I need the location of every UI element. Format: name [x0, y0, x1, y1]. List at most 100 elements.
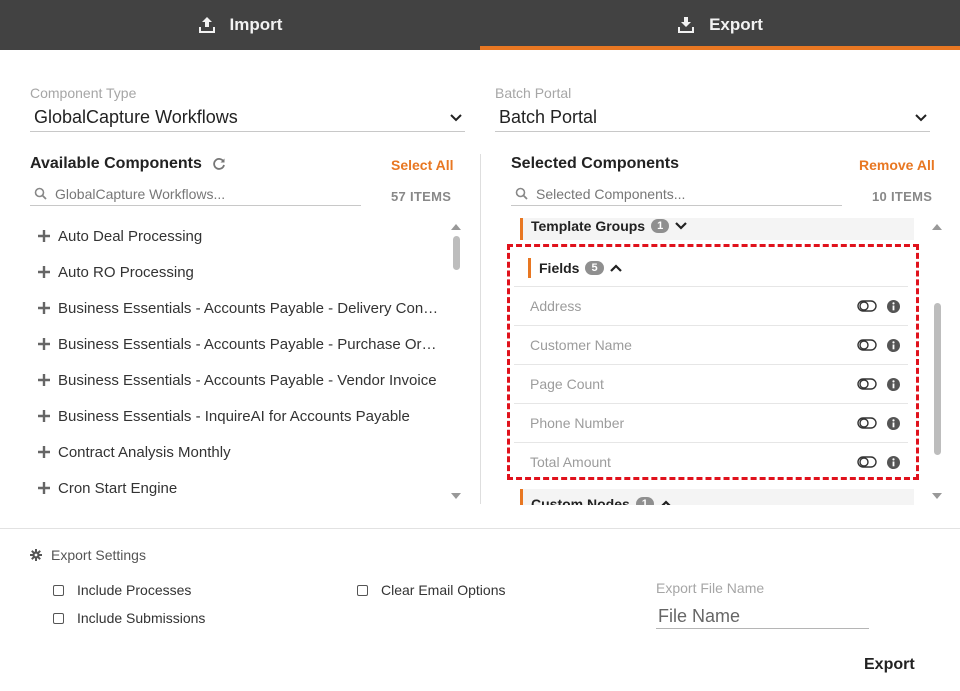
toggle-icon[interactable]	[857, 456, 877, 468]
plus-icon[interactable]	[38, 338, 50, 350]
checkbox-label: Include Processes	[77, 582, 192, 598]
scroll-up-icon[interactable]	[932, 222, 942, 230]
list-item[interactable]: Auto Deal Processing	[30, 218, 440, 254]
component-type-label: Component Type	[30, 85, 137, 101]
scroll-down-icon[interactable]	[451, 493, 461, 501]
chevron-down-icon	[450, 114, 462, 122]
toggle-icon[interactable]	[857, 378, 877, 390]
file-name-input[interactable]	[656, 605, 869, 629]
info-icon[interactable]	[887, 455, 900, 469]
scroll-thumb[interactable]	[934, 303, 941, 455]
fields-group: Fields 5 Address Customer Name Page Coun…	[512, 250, 914, 481]
plus-icon[interactable]	[38, 230, 50, 242]
selected-search[interactable]	[511, 182, 842, 206]
top-tab-bar: Import Export	[0, 0, 960, 50]
table-row: Address	[514, 286, 908, 325]
panel-divider	[480, 154, 481, 504]
plus-icon[interactable]	[38, 446, 50, 458]
available-components-list: Auto Deal Processing Auto RO Processing …	[30, 218, 440, 508]
checkbox-box[interactable]	[53, 584, 64, 596]
gear-icon	[30, 549, 42, 561]
list-item-label: Contract Analysis Monthly	[58, 443, 231, 461]
toggle-icon[interactable]	[857, 417, 877, 429]
plus-icon[interactable]	[38, 374, 50, 386]
refresh-icon[interactable]	[212, 157, 226, 171]
batch-portal-select[interactable]: Batch Portal	[495, 104, 930, 132]
available-title-text: Available Components	[30, 155, 202, 172]
batch-portal-label: Batch Portal	[495, 85, 572, 101]
tab-import-label: Import	[229, 15, 283, 34]
field-name: Address	[530, 298, 582, 314]
checkbox-label: Include Submissions	[77, 610, 206, 626]
available-count: 57 ITEMS	[391, 189, 452, 204]
available-search-input[interactable]	[55, 185, 355, 202]
custom-nodes-label: Custom Nodes	[531, 496, 630, 505]
plus-icon[interactable]	[38, 302, 50, 314]
count-badge: 1	[635, 497, 654, 505]
info-icon[interactable]	[887, 299, 900, 313]
selected-scrollbar[interactable]	[931, 220, 943, 503]
custom-nodes-header[interactable]: Custom Nodes 1	[520, 489, 914, 505]
fields-header[interactable]: Fields 5	[520, 250, 914, 286]
plus-icon[interactable]	[38, 410, 50, 422]
selected-components-list: Template Groups 1 Fields 5 Address Custo…	[512, 218, 914, 505]
selected-search-input[interactable]	[536, 185, 836, 202]
scroll-up-icon[interactable]	[451, 222, 461, 230]
info-icon[interactable]	[887, 377, 900, 391]
chevron-up-icon	[609, 264, 622, 272]
tab-import[interactable]: Import	[0, 0, 480, 50]
remove-all-link[interactable]: Remove All	[859, 157, 935, 173]
available-search[interactable]	[30, 182, 361, 206]
download-icon	[678, 17, 695, 33]
clear-email-options-checkbox[interactable]: Clear Email Options	[357, 582, 506, 598]
table-row: Total Amount	[514, 442, 908, 481]
info-icon[interactable]	[887, 416, 900, 430]
list-item[interactable]: Business Essentials - Accounts Payable -…	[30, 362, 440, 398]
export-settings-text: Export Settings	[51, 547, 146, 563]
list-item[interactable]: Contract Analysis Monthly	[30, 434, 440, 470]
list-item[interactable]: Business Essentials - Accounts Payable -…	[30, 326, 440, 362]
component-type-select[interactable]: GlobalCapture Workflows	[30, 104, 465, 132]
export-settings-title: Export Settings	[30, 547, 146, 563]
list-item[interactable]: Auto RO Processing	[30, 254, 440, 290]
checkbox-label: Clear Email Options	[381, 582, 506, 598]
export-button[interactable]: Export	[864, 656, 915, 674]
select-all-link[interactable]: Select All	[391, 157, 454, 173]
chevron-down-icon	[675, 222, 687, 230]
template-groups-header[interactable]: Template Groups 1	[520, 218, 914, 240]
scroll-down-icon[interactable]	[932, 493, 942, 501]
field-name: Customer Name	[530, 337, 632, 353]
batch-portal-value: Batch Portal	[499, 107, 598, 127]
tab-export[interactable]: Export	[480, 0, 960, 50]
plus-icon[interactable]	[38, 266, 50, 278]
field-name: Total Amount	[530, 454, 611, 470]
info-icon[interactable]	[887, 338, 900, 352]
checkbox-box[interactable]	[53, 612, 64, 624]
template-groups-label: Template Groups	[531, 218, 646, 234]
list-item[interactable]: Business Essentials - Accounts Payable -…	[30, 290, 440, 326]
accent-bar	[528, 258, 531, 278]
include-processes-checkbox[interactable]: Include Processes	[53, 582, 191, 598]
search-icon	[515, 187, 528, 200]
table-row: Phone Number	[514, 403, 908, 442]
list-item[interactable]: Cron Start Engine	[30, 470, 440, 506]
available-components-title: Available Components	[30, 155, 226, 173]
plus-icon[interactable]	[38, 482, 50, 494]
count-badge: 1	[651, 219, 670, 233]
list-item-label: Business Essentials - Accounts Payable -…	[58, 335, 440, 353]
checkbox-box[interactable]	[357, 584, 368, 596]
scroll-thumb[interactable]	[453, 236, 460, 270]
search-icon	[34, 187, 47, 200]
available-scrollbar[interactable]	[450, 220, 462, 503]
list-item[interactable]: Business Essentials - InquireAI for Acco…	[30, 398, 440, 434]
include-submissions-checkbox[interactable]: Include Submissions	[53, 610, 205, 626]
list-item-label: Business Essentials - Accounts Payable -…	[58, 371, 437, 389]
list-item-label: Auto RO Processing	[58, 263, 194, 281]
list-item-label: Auto Deal Processing	[58, 227, 203, 245]
field-name: Page Count	[530, 376, 604, 392]
list-item-label: Business Essentials - InquireAI for Acco…	[58, 407, 410, 425]
toggle-icon[interactable]	[857, 300, 877, 312]
section-divider	[0, 528, 960, 529]
toggle-icon[interactable]	[857, 339, 877, 351]
list-item-label: Cron Start Engine	[58, 479, 178, 497]
